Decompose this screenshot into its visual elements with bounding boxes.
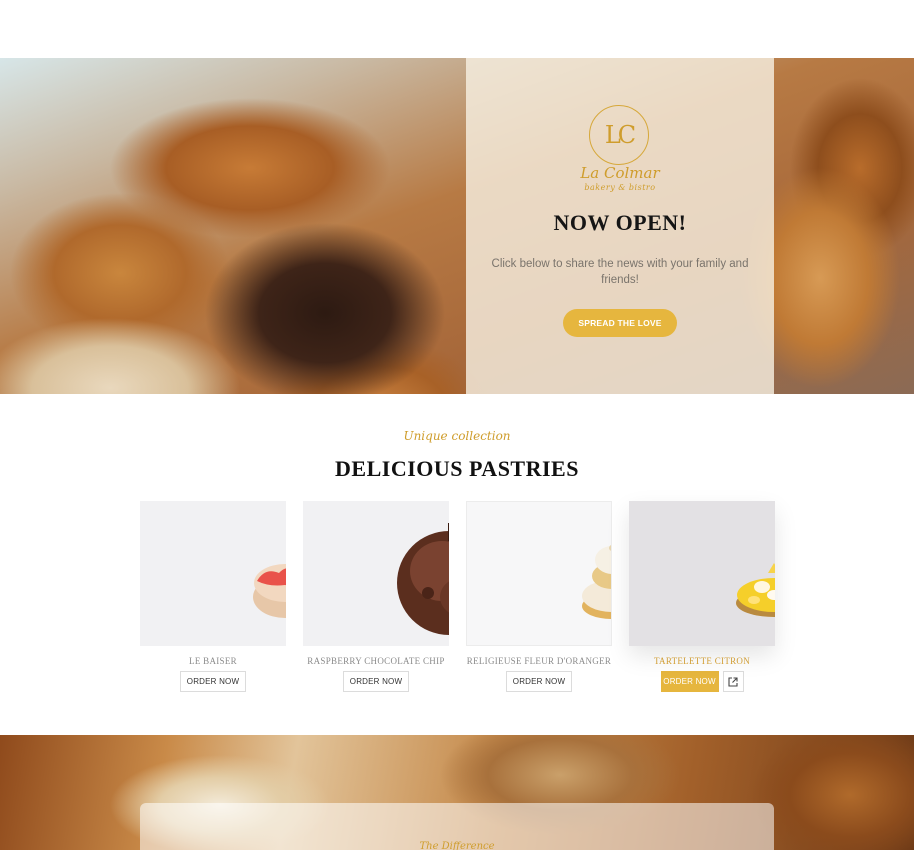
product-name[interactable]: RASPBERRY CHOCOLATE CHIP (303, 656, 449, 666)
logo-subtitle: bakery & bistro (584, 183, 656, 192)
external-link-button[interactable] (722, 671, 744, 692)
difference-card: The Difference (140, 803, 774, 850)
spread-the-love-button[interactable]: SPREAD THE LOVE (563, 309, 677, 337)
hero-title: NOW OPEN! (553, 210, 687, 235)
logo-name: La Colmar (580, 164, 660, 182)
product-card-tartelette-citron: TARTELETTE CITRON ORDER NOW (629, 501, 775, 692)
pastry-illustration (397, 523, 449, 635)
order-now-button[interactable]: ORDER NOW (342, 671, 410, 692)
product-name[interactable]: LE BAISER (140, 656, 286, 666)
external-link-icon (728, 676, 738, 687)
product-image[interactable] (466, 501, 612, 646)
pastry-illustration (253, 564, 286, 618)
product-image[interactable] (303, 501, 449, 646)
hero-text: Click below to share the news with your … (491, 258, 749, 286)
product-card-religieuse-fleur-doranger: RELIGIEUSE FLEUR D'ORANGER ORDER NOW (466, 501, 612, 692)
logo-monogram: LC (589, 105, 649, 165)
product-name[interactable]: RELIGIEUSE FLEUR D'ORANGER (466, 656, 612, 666)
pastry-illustration (582, 545, 611, 619)
hero-panel: LC La Colmar bakery & bistro NOW OPEN! C… (466, 58, 774, 394)
hero-banner: LC La Colmar bakery & bistro NOW OPEN! C… (0, 58, 914, 394)
difference-banner: The Difference (0, 735, 914, 850)
product-image[interactable] (140, 501, 286, 646)
section-title: DELICIOUS PASTRIES (335, 456, 579, 481)
order-now-button[interactable]: ORDER NOW (179, 671, 247, 692)
pastry-illustration (736, 563, 775, 617)
product-card-raspberry-chocolate-chip: RASPBERRY CHOCOLATE CHIP ORDER NOW (303, 501, 449, 692)
product-image[interactable] (629, 501, 775, 646)
order-now-button[interactable]: ORDER NOW (660, 671, 719, 692)
order-now-button[interactable]: ORDER NOW (505, 671, 573, 692)
difference-kicker: The Difference (419, 841, 495, 850)
product-card-le-baiser: LE BAISER ORDER NOW (140, 501, 286, 692)
collection-kicker: Unique collection (403, 429, 511, 443)
product-name[interactable]: TARTELETTE CITRON (629, 656, 775, 666)
